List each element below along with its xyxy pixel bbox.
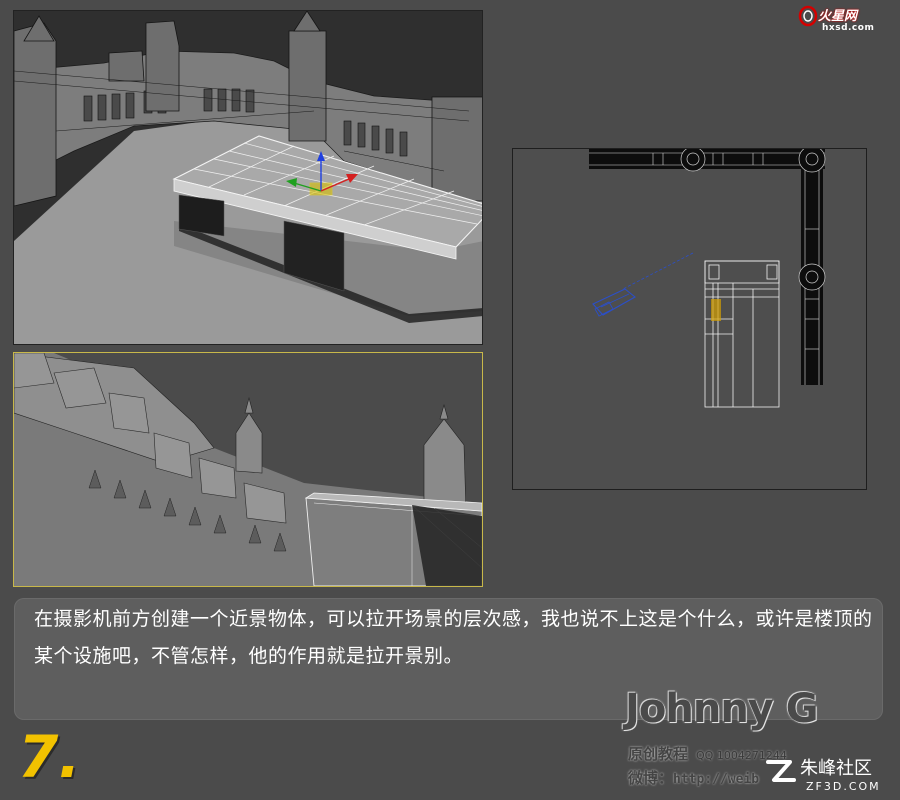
zf3d-watermark: 朱峰社区 ZF3D.COM: [762, 752, 892, 796]
caption-text: 在摄影机前方创建一个近景物体，可以拉开场景的层次感，我也说不上这是个什么，或许是…: [34, 608, 873, 667]
perspective-scene: [14, 11, 482, 344]
author-weibo-url: http://weib: [673, 772, 760, 787]
hxsd-logo-icon: [798, 5, 818, 27]
author-weibo-label: 微博：: [628, 769, 674, 787]
step-number: 7.: [18, 723, 81, 791]
hxsd-brand: 火星网: [818, 9, 858, 24]
author-name: Johnny G: [625, 686, 819, 732]
top-viewport[interactable]: [512, 148, 867, 490]
author-tag: 原创教程: [628, 745, 689, 763]
author-weibo-line: 微博：http://weib: [628, 767, 759, 788]
camera-scene: [14, 353, 482, 586]
hxsd-watermark: 火星网 hxsd.com: [798, 3, 890, 39]
zf3d-url: ZF3D.COM: [806, 780, 881, 793]
camera-viewport[interactable]: [13, 352, 483, 587]
zf3d-logo-icon: [766, 760, 796, 782]
top-scene: [513, 149, 866, 489]
zf3d-name: 朱峰社区: [800, 758, 872, 779]
hxsd-url: hxsd.com: [822, 23, 875, 33]
perspective-viewport[interactable]: [13, 10, 483, 345]
